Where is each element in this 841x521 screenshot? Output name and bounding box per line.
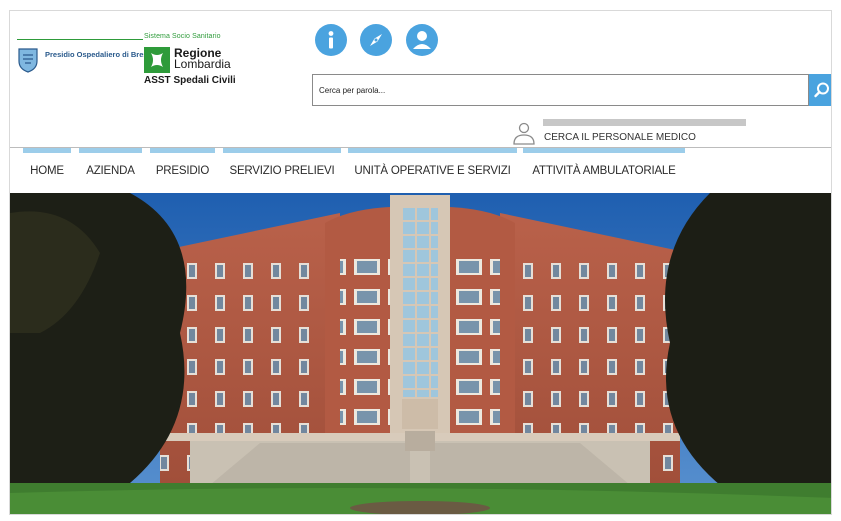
organization-name: ASST Spedali Civili (144, 75, 236, 86)
info-icon[interactable] (315, 24, 347, 56)
presidio-logo-text: Presidio Ospedaliero di Brescia (45, 50, 158, 59)
staff-search-link[interactable]: CERCA IL PERSONALE MEDICO (544, 132, 696, 143)
user-icon[interactable] (406, 24, 438, 56)
nav-accent-bar (523, 148, 685, 153)
nav-item-home[interactable]: HOME (23, 148, 71, 188)
nav-item-servizio-prelievi[interactable]: SERVIZIO PRELIEVI (223, 148, 341, 188)
network-label: Sistema Socio Sanitario (144, 33, 221, 40)
brescia-emblem-icon[interactable] (17, 47, 39, 73)
logo-divider-line (17, 39, 143, 40)
nav-accent-bar (223, 148, 341, 153)
person-outline-icon[interactable] (512, 121, 536, 145)
nav-accent-bar (79, 148, 142, 153)
nav-accent-bar (348, 148, 517, 153)
nav-accent-bar (150, 148, 215, 153)
nav-accent-bar (23, 148, 71, 153)
search-input[interactable] (313, 75, 808, 105)
compass-icon[interactable] (360, 24, 392, 56)
nav-item-azienda[interactable]: AZIENDA (79, 148, 142, 188)
browser-frame: Sistema Socio Sanitario Presidio Ospedal… (9, 10, 832, 515)
lombardia-logo-icon[interactable] (144, 47, 170, 73)
hero-hospital-image (10, 193, 831, 514)
nav-item-unita-operative[interactable]: UNITÀ OPERATIVE E SERVIZI (348, 148, 517, 188)
search-box (312, 74, 809, 106)
region-name: Regione Lombardia (174, 46, 231, 71)
main-nav: HOME AZIENDA PRESIDIO SERVIZIO PRELIEVI … (10, 148, 831, 188)
nav-item-presidio[interactable]: PRESIDIO (150, 148, 215, 188)
nav-item-attivita-ambulatoriale[interactable]: ATTIVITÀ AMBULATORIALE (523, 148, 685, 188)
search-icon (814, 82, 829, 98)
search-button[interactable] (809, 74, 831, 106)
staff-search-bar[interactable] (543, 119, 746, 126)
